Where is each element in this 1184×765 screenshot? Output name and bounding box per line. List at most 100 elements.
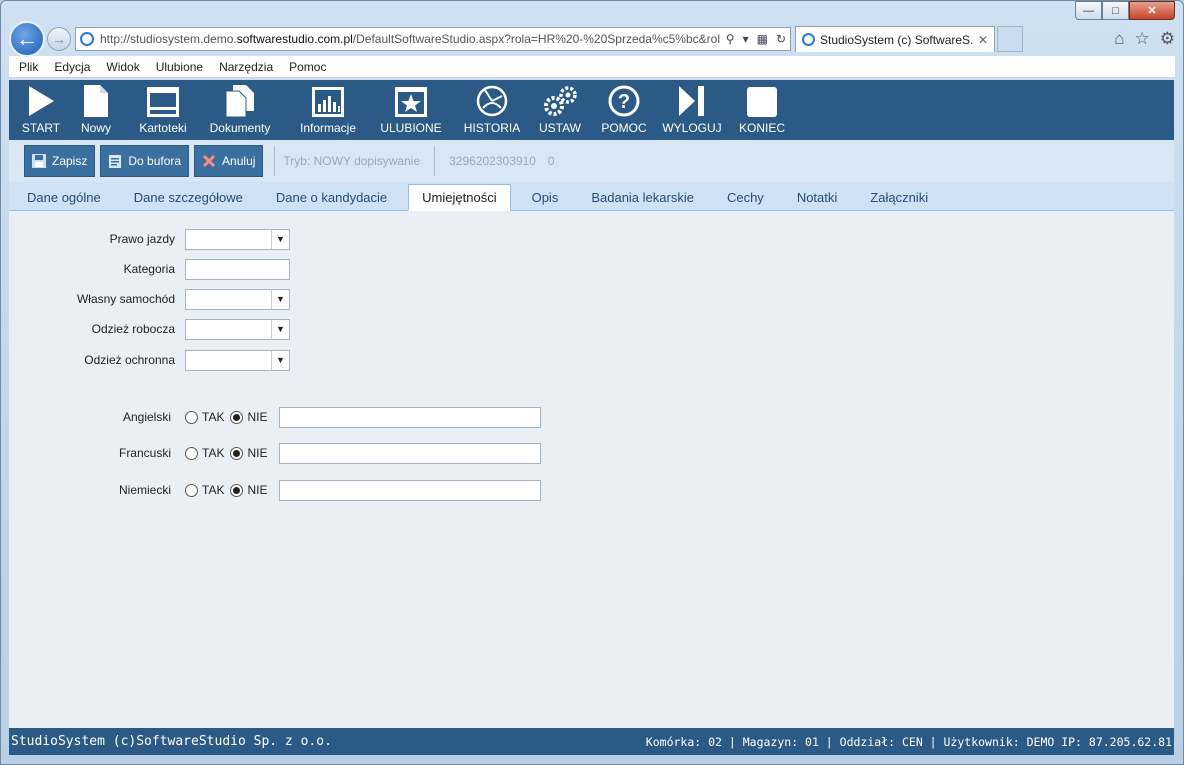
- compat-icon[interactable]: ▦: [757, 32, 768, 46]
- menu-ulubione[interactable]: Ulubione: [156, 60, 203, 74]
- language-notes-input[interactable]: [279, 442, 542, 464]
- browser-tab[interactable]: StudioSystem (c) SoftwareS... ✕: [795, 26, 995, 52]
- tab-dane-ogolne[interactable]: Dane ogólne: [15, 190, 113, 210]
- save-button[interactable]: Zapisz: [24, 145, 96, 177]
- category-input[interactable]: [185, 258, 290, 280]
- record-extra: 0: [547, 154, 555, 168]
- app-toolbar: START Nowy Kartoteki Dokumenty Informacj…: [9, 80, 1174, 140]
- toolbar-label: Kartoteki: [139, 121, 187, 135]
- own-car-select[interactable]: ▼: [185, 288, 290, 310]
- radio-nie[interactable]: [230, 446, 244, 460]
- toolbar-documents-button[interactable]: Dokumenty: [201, 84, 279, 140]
- star-icon: [394, 84, 428, 118]
- language-label: Francuski: [118, 446, 171, 460]
- to-buffer-button[interactable]: Do bufora: [100, 145, 190, 177]
- radio-nie[interactable]: [230, 483, 244, 497]
- back-button[interactable]: ←: [9, 21, 45, 57]
- history-icon: [475, 84, 509, 118]
- action-bar: Zapisz Do bufora Anuluj Tryb: NOWY dopis…: [9, 140, 1174, 182]
- toolbar-start-button[interactable]: START: [17, 84, 65, 140]
- home-icon[interactable]: ⌂: [1114, 29, 1124, 49]
- radio-nie-label: NIE: [247, 483, 268, 497]
- work-clothes-label: Odzież robocza: [91, 322, 175, 336]
- protective-clothes-select[interactable]: ▼: [185, 349, 290, 371]
- chevron-down-icon: ▼: [271, 229, 289, 249]
- toolbar-label: KONIEC: [738, 121, 785, 135]
- cancel-button[interactable]: Anuluj: [194, 145, 264, 177]
- menu-narzedzia[interactable]: Narzędzia: [219, 60, 273, 74]
- refresh-icon[interactable]: ↻: [776, 32, 786, 46]
- toolbar-label: WYLOGUJ: [662, 121, 722, 135]
- language-notes-input[interactable]: [279, 406, 542, 428]
- floppy-icon: [32, 154, 46, 168]
- radio-nie[interactable]: [230, 410, 244, 424]
- menu-bar: Plik Edycja Widok Ulubione Narzędzia Pom…: [9, 56, 1175, 78]
- svg-text:?: ?: [618, 91, 630, 113]
- tab-notatki[interactable]: Notatki: [785, 190, 849, 210]
- toolbar-history-button[interactable]: HISTORIA: [459, 84, 525, 140]
- toolbar-help-button[interactable]: ? POMOC: [597, 84, 651, 140]
- chevron-down-icon: ▼: [271, 289, 289, 309]
- chevron-down-icon: ▼: [271, 350, 289, 370]
- form-row-prawo-jazdy: Prawo jazdy ▼: [9, 228, 290, 250]
- cancel-x-icon: [202, 154, 216, 168]
- radio-tak[interactable]: [185, 446, 198, 460]
- minimize-button[interactable]: —: [1075, 1, 1102, 20]
- toolbar-settings-button[interactable]: USTAW: [535, 84, 585, 140]
- toolbar-kartoteki-button[interactable]: Kartoteki: [131, 84, 195, 140]
- address-url: http://studiosystem.demo.softwarestudio.…: [100, 32, 720, 46]
- driving-license-label: Prawo jazdy: [109, 232, 175, 246]
- tab-umiejetnosci[interactable]: Umiejętności: [408, 184, 511, 211]
- toolbar-new-button[interactable]: Nowy: [71, 84, 121, 140]
- protective-clothes-label: Odzież ochronna: [84, 353, 175, 367]
- close-tab-icon[interactable]: ✕: [978, 33, 988, 47]
- tab-cechy[interactable]: Cechy: [715, 190, 776, 210]
- play-icon: [26, 84, 56, 118]
- toolbar-label: Informacje: [299, 121, 357, 135]
- tab-badania-lekarskie[interactable]: Badania lekarskie: [579, 190, 706, 210]
- menu-plik[interactable]: Plik: [19, 60, 38, 74]
- forward-button[interactable]: →: [47, 27, 71, 51]
- search-icon[interactable]: ⚲: [726, 32, 735, 46]
- toolbar-info-button[interactable]: Informacje: [291, 84, 365, 140]
- toolbar-label: START: [21, 121, 61, 135]
- settings-gear-icon[interactable]: ⚙: [1160, 29, 1175, 49]
- toolbar-exit-button[interactable]: KONIEC: [735, 84, 789, 140]
- work-clothes-select[interactable]: ▼: [185, 318, 290, 340]
- chevron-down-icon: ▼: [271, 319, 289, 339]
- category-label: Kategoria: [123, 262, 175, 276]
- browser-tab-title: StudioSystem (c) SoftwareS...: [820, 32, 974, 47]
- toolbar-logout-button[interactable]: WYLOGUJ: [661, 84, 723, 140]
- language-notes-input[interactable]: [279, 479, 542, 501]
- close-window-button[interactable]: ✕: [1129, 1, 1175, 20]
- new-document-icon: [83, 84, 109, 118]
- radio-tak-label: TAK: [202, 410, 225, 424]
- new-tab-button[interactable]: [997, 26, 1023, 52]
- form-row-odziez-robocza: Odzież robocza ▼: [9, 318, 290, 340]
- tab-opis[interactable]: Opis: [520, 190, 571, 210]
- menu-widok[interactable]: Widok: [106, 60, 139, 74]
- gears-icon: [542, 84, 578, 118]
- menu-pomoc[interactable]: Pomoc: [289, 60, 326, 74]
- cards-icon: [146, 84, 180, 118]
- tab-dane-szczegolowe[interactable]: Dane szczegółowe: [122, 190, 255, 210]
- dropdown-icon[interactable]: ▾: [743, 32, 749, 46]
- help-icon: ?: [607, 84, 641, 118]
- favorites-star-icon[interactable]: ☆: [1135, 29, 1150, 49]
- tab-dane-o-kandydacie[interactable]: Dane o kandydacie: [264, 190, 399, 210]
- radio-tak-label: TAK: [202, 446, 225, 460]
- tab-zalaczniki[interactable]: Załączniki: [858, 190, 940, 210]
- radio-tak-label: TAK: [202, 483, 225, 497]
- separator: [274, 146, 276, 176]
- toolbar-favorites-button[interactable]: ULUBIONE: [377, 84, 445, 140]
- radio-tak[interactable]: [185, 410, 198, 424]
- radio-tak[interactable]: [185, 483, 198, 497]
- driving-license-select[interactable]: ▼: [185, 228, 290, 250]
- address-bar[interactable]: http://studiosystem.demo.softwarestudio.…: [75, 27, 791, 51]
- toolbar-label: POMOC: [601, 121, 647, 135]
- maximize-button[interactable]: □: [1102, 1, 1129, 20]
- toolbar-label: ULUBIONE: [380, 121, 442, 135]
- toolbar-label: Dokumenty: [209, 121, 271, 135]
- form-content: Prawo jazdy ▼ Kategoria Własny samochód …: [9, 211, 1174, 728]
- menu-edycja[interactable]: Edycja: [54, 60, 90, 74]
